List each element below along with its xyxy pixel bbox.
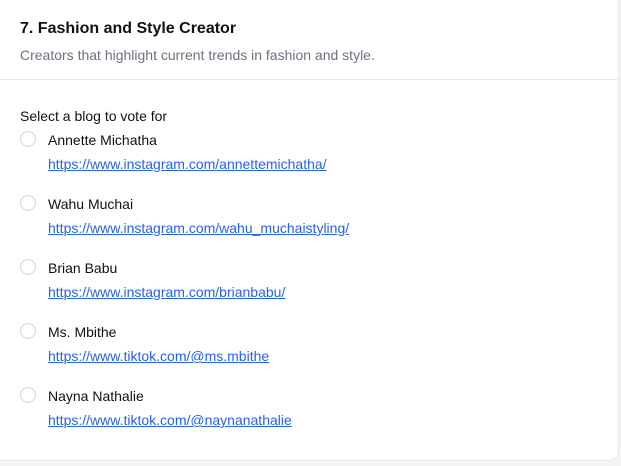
radio-wahu-muchai[interactable]: [20, 195, 36, 211]
option-link[interactable]: https://www.tiktok.com/@ms.mbithe: [48, 347, 269, 365]
poll-option-nayna-nathalie: Nayna Nathalie https://www.tiktok.com/@n…: [20, 387, 618, 451]
page-subtitle: Creators that highlight current trends i…: [20, 47, 375, 63]
option-link[interactable]: https://www.instagram.com/wahu_muchaisty…: [48, 219, 349, 237]
poll-prompt: Select a blog to vote for: [20, 108, 168, 124]
option-name: Nayna Nathalie: [48, 388, 144, 404]
option-name: Wahu Muchai: [48, 196, 134, 212]
option-link[interactable]: https://www.tiktok.com/@naynanathalie: [48, 411, 292, 429]
poll-option-ms-mbithe: Ms. Mbithe https://www.tiktok.com/@ms.mb…: [20, 323, 618, 387]
option-name: Annette Michatha: [48, 132, 157, 148]
poll-option-wahu-muchai: Wahu Muchai https://www.instagram.com/wa…: [20, 195, 618, 259]
option-link[interactable]: https://www.instagram.com/brianbabu/: [48, 283, 285, 301]
card-header: 7. Fashion and Style Creator Creators th…: [0, 0, 618, 80]
poll-body: Select a blog to vote for Annette Michat…: [0, 80, 618, 451]
page-title: 7. Fashion and Style Creator: [20, 20, 237, 37]
radio-annette-michatha[interactable]: [20, 131, 36, 147]
radio-ms-mbithe[interactable]: [20, 323, 36, 339]
poll-card: 7. Fashion and Style Creator Creators th…: [0, 0, 619, 461]
poll-option-annette-michatha: Annette Michatha https://www.instagram.c…: [20, 131, 618, 195]
option-name: Brian Babu: [48, 260, 118, 276]
option-link[interactable]: https://www.instagram.com/annettemichath…: [48, 155, 327, 173]
radio-nayna-nathalie[interactable]: [20, 387, 36, 403]
poll-option-brian-babu: Brian Babu https://www.instagram.com/bri…: [20, 259, 618, 323]
radio-brian-babu[interactable]: [20, 259, 36, 275]
option-name: Ms. Mbithe: [48, 324, 117, 340]
